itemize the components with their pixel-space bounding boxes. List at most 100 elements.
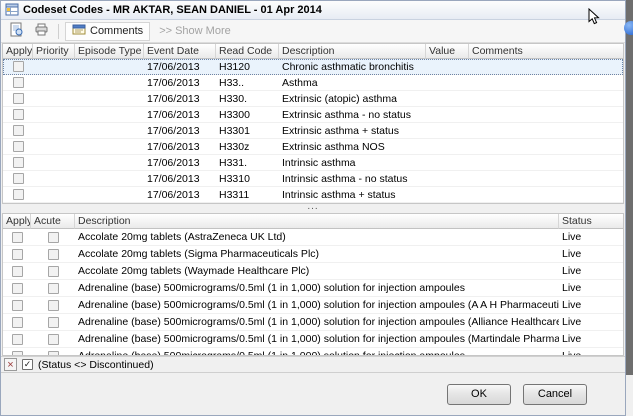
apply-checkbox[interactable] — [12, 300, 23, 311]
acute-checkbox[interactable] — [48, 266, 59, 277]
remove-filter-button[interactable]: × — [4, 358, 17, 371]
printer-icon — [34, 22, 49, 40]
episode-type-cell — [75, 187, 144, 202]
filter-bar: × ✓ (Status <> Discontinued) — [1, 356, 625, 373]
title-bar[interactable]: Codeset Codes - MR AKTAR, SEAN DANIEL - … — [1, 1, 625, 20]
drugs-column-header-acute[interactable]: Acute — [31, 214, 75, 229]
codes-table-row[interactable]: 17/06/2013H3120Chronic asthmatic bronchi… — [3, 59, 623, 75]
drug-table-row[interactable]: Adrenaline (base) 500micrograms/0.5ml (1… — [3, 314, 623, 331]
apply-checkbox[interactable] — [13, 77, 24, 88]
grid-splitter[interactable]: ... — [2, 204, 624, 213]
drug-table-row[interactable]: Adrenaline (base) 500micrograms/0.5ml (1… — [3, 297, 623, 314]
filter-checkbox[interactable]: ✓ — [22, 359, 33, 370]
read-code-cell: H330. — [216, 91, 279, 106]
episode-type-cell — [75, 59, 144, 74]
apply-checkbox[interactable] — [12, 334, 23, 345]
drugs-column-header-status[interactable]: Status — [559, 214, 623, 229]
show-more-link[interactable]: >> Show More — [159, 25, 231, 37]
description-cell: Accolate 20mg tablets (Waymade Healthcar… — [75, 263, 559, 279]
apply-cell — [3, 91, 33, 106]
acute-cell — [31, 246, 75, 262]
apply-checkbox[interactable] — [12, 283, 23, 294]
value-cell — [426, 155, 469, 170]
apply-checkbox[interactable] — [13, 61, 24, 72]
apply-checkbox[interactable] — [13, 93, 24, 104]
cancel-button[interactable]: Cancel — [523, 384, 587, 405]
episode-type-cell — [75, 139, 144, 154]
drugs-column-header-apply[interactable]: Apply — [3, 214, 31, 229]
drug-table-row[interactable]: Accolate 20mg tablets (Waymade Healthcar… — [3, 263, 623, 280]
codes-column-header-episode-type[interactable]: Episode Type — [75, 44, 144, 59]
codes-column-header-read-code[interactable]: Read Code — [216, 44, 279, 59]
event-date-cell: 17/06/2013 — [144, 107, 216, 122]
status-cell: Live — [559, 314, 623, 330]
screen: Codeset Codes - MR AKTAR, SEAN DANIEL - … — [0, 0, 633, 416]
codes-column-header-priority[interactable]: Priority — [33, 44, 75, 59]
codes-column-header-event-date[interactable]: Event Date — [144, 44, 216, 59]
apply-checkbox[interactable] — [13, 141, 24, 152]
description-cell: Intrinsic asthma + status — [279, 187, 426, 202]
apply-checkbox[interactable] — [12, 317, 23, 328]
apply-checkbox[interactable] — [12, 351, 23, 356]
apply-checkbox[interactable] — [12, 232, 23, 243]
acute-checkbox[interactable] — [48, 334, 59, 345]
drug-table-row[interactable]: Accolate 20mg tablets (Sigma Pharmaceuti… — [3, 246, 623, 263]
filter-label: (Status <> Discontinued) — [38, 359, 154, 371]
acute-checkbox[interactable] — [48, 300, 59, 311]
codes-table-row[interactable]: 17/06/2013H33..Asthma — [3, 75, 623, 91]
event-date-cell: 17/06/2013 — [144, 139, 216, 154]
priority-cell — [33, 107, 75, 122]
drug-table-row[interactable]: Adrenaline (base) 500micrograms/0.5ml (1… — [3, 348, 623, 355]
codes-table-row[interactable]: 17/06/2013H331.Intrinsic asthma — [3, 155, 623, 171]
ok-button[interactable]: OK — [447, 384, 511, 405]
drugs-column-header-description[interactable]: Description — [75, 214, 559, 229]
codes-grid: ApplyPriorityEpisode TypeEvent DateRead … — [2, 43, 624, 204]
apply-cell — [3, 107, 33, 122]
preview-button[interactable] — [5, 21, 27, 41]
description-cell: Extrinsic asthma - no status — [279, 107, 426, 122]
description-cell: Adrenaline (base) 500micrograms/0.5ml (1… — [75, 348, 559, 355]
apply-cell — [3, 280, 31, 296]
read-code-cell: H331. — [216, 155, 279, 170]
drug-table-row[interactable]: Accolate 20mg tablets (AstraZeneca UK Lt… — [3, 229, 623, 246]
acute-checkbox[interactable] — [48, 317, 59, 328]
codes-table-row[interactable]: 17/06/2013H3301Extrinsic asthma + status — [3, 123, 623, 139]
acute-checkbox[interactable] — [48, 351, 59, 356]
apply-cell — [3, 171, 33, 186]
description-cell: Adrenaline (base) 500micrograms/0.5ml (1… — [75, 331, 559, 347]
description-cell: Intrinsic asthma — [279, 155, 426, 170]
apply-cell — [3, 59, 33, 74]
codes-table-row[interactable]: 17/06/2013H330.Extrinsic (atopic) asthma — [3, 91, 623, 107]
drug-table-row[interactable]: Adrenaline (base) 500micrograms/0.5ml (1… — [3, 331, 623, 348]
comments-cell — [469, 75, 623, 90]
event-date-cell: 17/06/2013 — [144, 187, 216, 202]
apply-checkbox[interactable] — [13, 189, 24, 200]
priority-cell — [33, 171, 75, 186]
codes-table-row[interactable]: 17/06/2013H330zExtrinsic asthma NOS — [3, 139, 623, 155]
acute-checkbox[interactable] — [48, 283, 59, 294]
apply-cell — [3, 139, 33, 154]
acute-cell — [31, 348, 75, 355]
codes-column-header-comments[interactable]: Comments — [469, 44, 623, 59]
apply-checkbox[interactable] — [13, 157, 24, 168]
apply-checkbox[interactable] — [12, 249, 23, 260]
priority-cell — [33, 91, 75, 106]
print-button[interactable] — [30, 21, 52, 41]
description-cell: Adrenaline (base) 500micrograms/0.5ml (1… — [75, 297, 559, 313]
acute-checkbox[interactable] — [48, 232, 59, 243]
codes-column-header-apply[interactable]: Apply — [3, 44, 33, 59]
episode-type-cell — [75, 155, 144, 170]
description-cell: Chronic asthmatic bronchitis — [279, 59, 426, 74]
apply-checkbox[interactable] — [13, 109, 24, 120]
comments-cell — [469, 91, 623, 106]
codes-column-header-value[interactable]: Value — [426, 44, 469, 59]
drug-table-row[interactable]: Adrenaline (base) 500micrograms/0.5ml (1… — [3, 280, 623, 297]
codes-table-row[interactable]: 17/06/2013H3310Intrinsic asthma - no sta… — [3, 171, 623, 187]
codes-table-row[interactable]: 17/06/2013H3300Extrinsic asthma - no sta… — [3, 107, 623, 123]
apply-checkbox[interactable] — [13, 125, 24, 136]
codes-column-header-description[interactable]: Description — [279, 44, 426, 59]
comments-button[interactable]: Comments — [65, 22, 150, 41]
acute-checkbox[interactable] — [48, 249, 59, 260]
apply-checkbox[interactable] — [13, 173, 24, 184]
apply-checkbox[interactable] — [12, 266, 23, 277]
